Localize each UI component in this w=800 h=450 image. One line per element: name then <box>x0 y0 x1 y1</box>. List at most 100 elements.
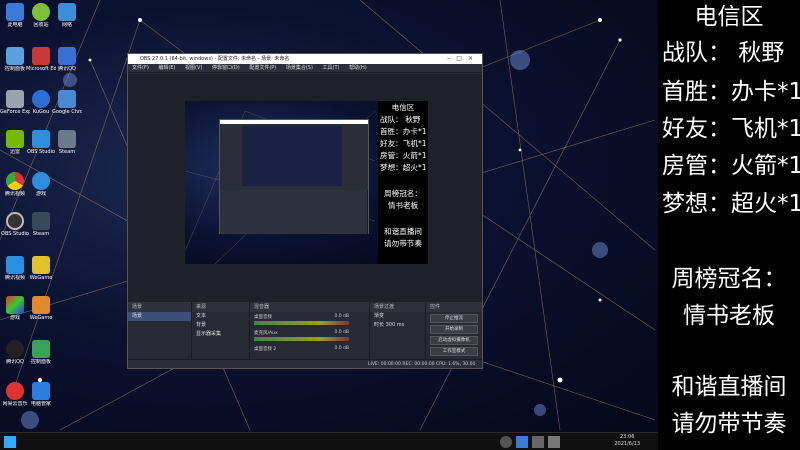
app-icon <box>6 296 24 314</box>
stop-streaming-button[interactable]: 停止推流 <box>430 314 478 323</box>
desktop-icon-network[interactable]: 网络 <box>52 3 82 28</box>
mini-overlay-line: 请勿带节奏 <box>384 239 422 248</box>
mini-overlay-line: 情书老板 <box>387 201 419 210</box>
windows-start-icon[interactable] <box>4 436 16 448</box>
obs-titlebar[interactable]: OBS 27.0.1 (64-bit, windows) - 配置文件: 未命名… <box>128 54 482 64</box>
computer-icon <box>6 3 24 21</box>
desktop-icon-app-b[interactable]: WeGame <box>26 296 56 321</box>
desktop-wallpaper: 此电脑 回收站 网络 控制面板 Microsoft Edge 腾讯QQ GeFo… <box>0 0 658 432</box>
qq-penguin-icon <box>6 340 24 358</box>
transitions-header: 场景过渡 <box>370 302 425 312</box>
studio-mode-button[interactable]: 工作室模式 <box>430 347 478 356</box>
transition-type-select[interactable]: 渐变 <box>370 312 425 321</box>
app-icon <box>32 340 50 358</box>
transition-duration[interactable]: 时长 300 ms <box>370 321 425 330</box>
volume-icon[interactable] <box>532 436 544 448</box>
thunder-icon <box>32 172 50 190</box>
bird-icon <box>58 3 76 21</box>
taskbar-clock[interactable]: 23:06 2021/6/13 <box>614 434 640 448</box>
app-icon <box>32 296 50 314</box>
obs-window[interactable]: OBS 27.0.1 (64-bit, windows) - 配置文件: 未命名… <box>127 53 483 369</box>
mini-overlay-line: 房管：火箭*1 <box>380 151 427 160</box>
preview-overlay-text: 电信区 战队： 秋野 首胜：办卡*1 好友：飞机*1 房管：火箭*1 梦想：超火… <box>378 101 428 264</box>
desktop-icon-steam-2[interactable]: Steam <box>26 212 56 237</box>
window-controls-icon[interactable]: –□× <box>447 54 479 64</box>
duration-value: 300 ms <box>385 322 405 328</box>
menu-tools[interactable]: 工具(T) <box>323 65 340 71</box>
kugou-icon <box>32 130 50 148</box>
nested-docks <box>220 190 368 234</box>
mixer-channel-name: 桌面音频 2 <box>254 347 277 352</box>
nested-obs-window <box>219 119 369 234</box>
tray-icon[interactable] <box>516 436 528 448</box>
mini-overlay-line: 好友：飞机*1 <box>380 139 427 148</box>
overlay-line-notice-1: 和谐直播间 <box>671 374 787 400</box>
source-item[interactable]: 背景 <box>192 321 249 330</box>
desktop-icon-app-c[interactable]: 控制面板 <box>26 340 56 365</box>
app-icon <box>58 90 76 108</box>
menu-docks[interactable]: 停靠窗口(D) <box>212 65 240 71</box>
stream-overlay: 电信区 战队： 秋野 首胜：办卡*1 好友：飞机*1 房管：火箭*1 梦想：超火… <box>658 0 800 450</box>
app-icon <box>32 47 50 65</box>
duration-label: 时长 <box>374 322 385 328</box>
overlay-line-weekly-name: 情书老板 <box>683 303 775 329</box>
nested-preview <box>242 126 342 186</box>
clock-time: 23:06 <box>619 434 635 440</box>
scene-item[interactable]: 场景 <box>128 312 191 321</box>
start-recording-button[interactable]: 开始录制 <box>430 325 478 334</box>
overlay-line-weekly-title: 周榜冠名： <box>671 266 787 292</box>
mixer-channel-name: 桌面音频 <box>254 315 272 320</box>
app-icon <box>58 47 76 65</box>
screen: 此电脑 回收站 网络 控制面板 Microsoft Edge 腾讯QQ GeFo… <box>0 0 800 450</box>
network-icon[interactable] <box>548 436 560 448</box>
mixer-channel-value: 0.0 dB <box>334 314 349 319</box>
network-icon <box>6 47 24 65</box>
mixer-channel-value: 0.0 dB <box>334 346 349 351</box>
menu-profile[interactable]: 配置文件(P) <box>249 65 276 71</box>
obs-statusbar: LIVE: 00:00:00 REC: 00:00:00 CPU: 1.6%, … <box>128 359 482 368</box>
obs-icon <box>6 212 24 230</box>
volume-meter[interactable] <box>254 321 349 325</box>
source-item[interactable]: 显示器采集 <box>192 330 249 339</box>
mini-overlay-line: 首胜：办卡*1 <box>380 127 427 136</box>
mixer-channel-value: 0.0 dB <box>334 330 349 335</box>
tray-icon[interactable] <box>500 436 512 448</box>
overlay-line-team: 战队： 秋野 <box>662 40 785 66</box>
overlay-line-region: 电信区 <box>694 4 764 30</box>
sources-header: 来源 <box>192 302 249 312</box>
desktop-icon-pc-manager[interactable]: 电脑管家 <box>26 382 56 407</box>
obs-menubar: 文件(F) 编辑(E) 视图(V) 停靠窗口(D) 配置文件(P) 场景集合(S… <box>128 64 482 73</box>
mixer-header: 混音器 <box>250 302 369 312</box>
overlay-line-dream: 梦想：超火*1 <box>662 191 800 217</box>
geforce-icon <box>6 130 24 148</box>
desktop-icon-game[interactable]: 游戏 <box>26 172 56 197</box>
menu-view[interactable]: 视图(V) <box>185 65 202 71</box>
obs-docks: 场景 场景 + − ∧ ∨ 来源 文本 背景 显示器采集 + − ⚙ ∧ ∨ 混… <box>128 302 482 368</box>
desktop-icon-wegame[interactable]: WeGame <box>26 256 56 281</box>
virtual-camera-button[interactable]: 启动虚拟摄像机 <box>430 336 478 345</box>
menu-file[interactable]: 文件(F) <box>132 65 149 71</box>
shield-icon <box>32 382 50 400</box>
menu-scene-collection[interactable]: 场景集合(S) <box>286 65 313 71</box>
menu-help[interactable]: 帮助(H) <box>349 65 367 71</box>
menu-edit[interactable]: 编辑(E) <box>158 65 175 71</box>
obs-preview[interactable]: 电信区 战队： 秋野 首胜：办卡*1 好友：飞机*1 房管：火箭*1 梦想：超火… <box>128 74 482 302</box>
source-item[interactable]: 文本 <box>192 312 249 321</box>
volume-meter[interactable] <box>254 337 349 341</box>
mini-overlay-line: 战队： 秋野 <box>380 115 421 124</box>
wegame-icon <box>32 256 50 274</box>
preview-frame: 电信区 战队： 秋野 首胜：办卡*1 好友：飞机*1 房管：火箭*1 梦想：超火… <box>185 101 428 264</box>
netease-music-icon <box>6 382 24 400</box>
mini-overlay-line: 和谐直播间 <box>384 227 422 236</box>
overlay-line-notice-2: 请勿带节奏 <box>671 411 787 437</box>
desktop-icon-chrome[interactable]: Google Chrome <box>52 90 82 115</box>
app-icon <box>32 90 50 108</box>
overlay-line-friend: 好友：飞机*1 <box>662 116 800 142</box>
desktop-icon-steam[interactable]: Steam <box>52 130 82 155</box>
taskbar: 23:06 2021/6/13 <box>0 432 658 450</box>
desktop-icon-qq[interactable]: 腾讯QQ <box>52 47 82 72</box>
mini-overlay-line: 电信区 <box>391 103 415 112</box>
steam-icon <box>32 212 50 230</box>
clock-date: 2021/6/13 <box>614 441 640 447</box>
scenes-header: 场景 <box>128 302 191 312</box>
